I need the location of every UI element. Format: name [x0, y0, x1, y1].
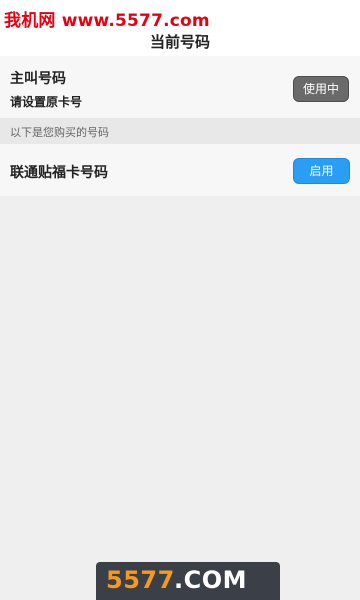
watermark-badge-number: 5577 — [106, 566, 175, 594]
watermark-text: 我机网 www.5577.com — [4, 11, 210, 31]
watermark-badge-domain: .COM — [174, 566, 248, 594]
primary-number-card: 主叫号码 请设置原卡号 使用中 — [0, 56, 360, 118]
enable-button[interactable]: 启用 — [293, 158, 350, 184]
purchased-section-header: 以下是您购买的号码 — [0, 118, 360, 144]
primary-number-subtitle: 请设置原卡号 — [10, 95, 83, 109]
primary-number-title: 主叫号码 — [10, 71, 66, 87]
in-use-button[interactable]: 使用中 — [293, 76, 349, 102]
purchased-number-label: 联通贴福卡号码 — [10, 165, 108, 181]
page-title: 当前号码 — [149, 33, 210, 51]
top-bar: 我机网 www.5577.com 当前号码 — [0, 0, 360, 56]
section-header-label: 以下是您购买的号码 — [10, 126, 109, 139]
watermark-badge: 5577 .COM — [96, 562, 280, 600]
